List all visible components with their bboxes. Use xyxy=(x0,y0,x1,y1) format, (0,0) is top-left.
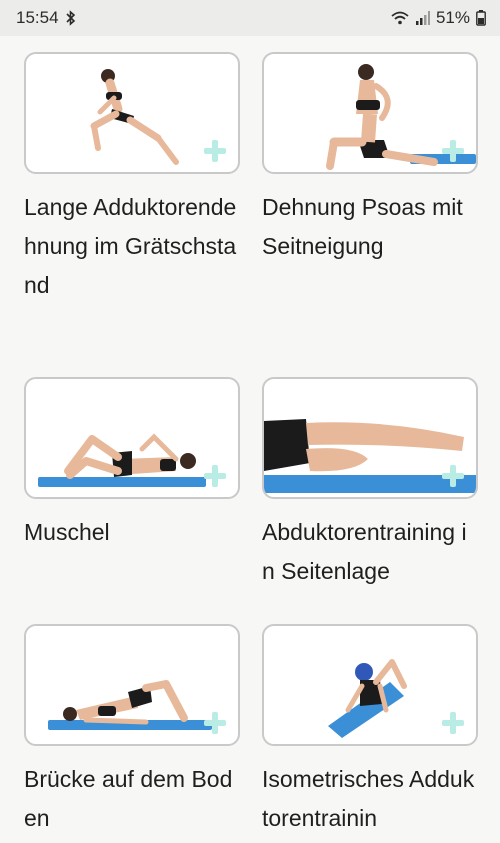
exercise-thumbnail[interactable] xyxy=(262,52,478,174)
battery-icon xyxy=(476,10,486,26)
exercise-thumbnail[interactable] xyxy=(24,52,240,174)
add-icon[interactable] xyxy=(204,712,226,734)
exercise-thumbnail[interactable] xyxy=(24,377,240,499)
add-icon[interactable] xyxy=(204,140,226,162)
exercise-title[interactable]: Abduktorentraining in Seitenlage xyxy=(262,513,476,591)
exercise-card[interactable]: Lange Adduktorendehnung im Grätschstand xyxy=(24,52,240,305)
battery-percent: 51% xyxy=(435,8,470,27)
exercise-title[interactable]: Lange Adduktorendehnung im Grätschstand xyxy=(24,188,238,305)
add-icon[interactable] xyxy=(442,712,464,734)
exercise-card[interactable]: Abduktorentraining in Seitenlage xyxy=(262,377,478,591)
exercise-thumbnail[interactable] xyxy=(262,377,478,499)
add-icon[interactable] xyxy=(204,465,226,487)
exercise-thumbnail[interactable] xyxy=(262,624,478,746)
exercise-title[interactable]: Dehnung Psoas mit Seitneigung xyxy=(262,188,476,266)
add-icon[interactable] xyxy=(442,465,464,487)
status-bar: 15:54 51% xyxy=(0,0,500,36)
exercise-card[interactable]: Brücke auf dem Boden xyxy=(24,624,240,838)
exercise-card[interactable]: Muschel xyxy=(24,377,240,552)
exercise-card[interactable]: Dehnung Psoas mit Seitneigung xyxy=(262,52,478,266)
exercise-title[interactable]: Isometrisches Adduktorentrainin xyxy=(262,760,476,838)
signal-icon xyxy=(415,11,430,25)
wifi-icon xyxy=(390,10,410,26)
exercise-thumbnail[interactable] xyxy=(24,624,240,746)
exercise-card[interactable]: Isometrisches Adduktorentrainin xyxy=(262,624,478,838)
exercise-title[interactable]: Muschel xyxy=(24,513,238,552)
status-time: 15:54 xyxy=(16,8,59,27)
bluetooth-icon xyxy=(65,10,77,26)
exercise-title[interactable]: Brücke auf dem Boden xyxy=(24,760,238,838)
add-icon[interactable] xyxy=(442,140,464,162)
